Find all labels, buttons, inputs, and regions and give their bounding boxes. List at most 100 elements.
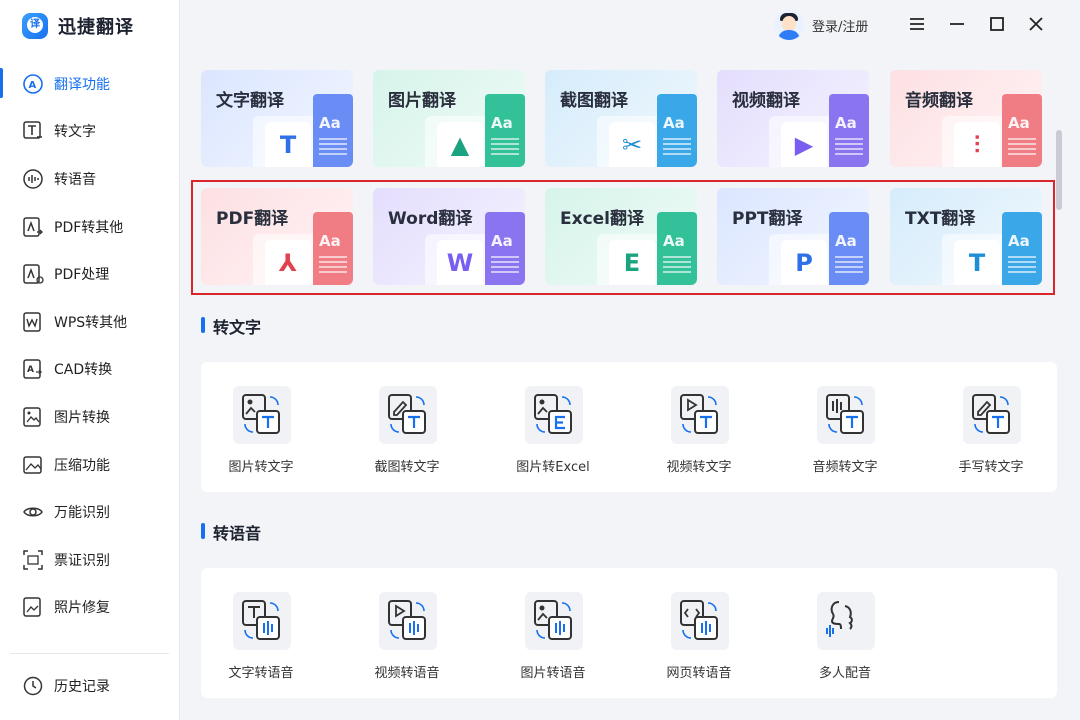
universal-recognize-icon xyxy=(23,507,43,517)
section-title-to-text: 转文字 xyxy=(201,314,261,338)
tool-label: 文字转语音 xyxy=(228,666,294,681)
tool-image-to-text[interactable]: 图片转文字 xyxy=(201,362,321,475)
text-to-speech-icon xyxy=(233,592,291,650)
ticket-recognize-icon xyxy=(23,549,43,570)
tool-screenshot-to-text[interactable]: 截图转文字 xyxy=(347,362,467,475)
sidebar-item-label: 图片转换 xyxy=(54,409,110,426)
sidebar-item-universal-recognize[interactable]: 万能识别 xyxy=(0,488,180,536)
translate-card-label: 视频翻译 xyxy=(732,91,800,111)
sidebar-item-compress[interactable]: 压缩功能 xyxy=(0,441,180,489)
translate-card-label: 文字翻译 xyxy=(216,91,284,111)
tool-label: 图片转Excel xyxy=(516,460,590,475)
sidebar-item-photo-repair[interactable]: 照片修复 xyxy=(0,584,180,632)
txt-translate-icon: T xyxy=(954,240,1000,285)
history-label: 历史记录 xyxy=(54,679,110,695)
image-translate-icon: ▲ xyxy=(437,122,483,167)
audio-translate-icon: ⫶ xyxy=(954,122,1000,167)
sidebar-item-wps-convert[interactable]: WPS转其他 xyxy=(0,298,180,346)
to-text-panel: 图片转文字 截图转文字 图片转Excel 视频转文字 音频转文字 手写转文字 xyxy=(201,362,1057,492)
document-decoration: Aa xyxy=(657,94,697,167)
sidebar-item-to-speech[interactable]: 转语音 xyxy=(0,155,180,203)
screenshot-to-text-icon xyxy=(379,386,437,444)
sidebar-item-label: 照片修复 xyxy=(54,600,110,617)
close-icon[interactable] xyxy=(1026,14,1046,34)
translate-card-label: Excel翻译 xyxy=(560,209,645,229)
translate-icon: A xyxy=(23,73,43,94)
video-to-speech-icon xyxy=(379,592,437,650)
svg-text:A: A xyxy=(27,365,34,375)
tool-label: 截图转文字 xyxy=(374,460,440,475)
translate-card-screenshot-translate[interactable]: 截图翻译 Aa ✂ xyxy=(545,70,697,167)
login-register-button[interactable]: 登录/注册 xyxy=(774,10,868,40)
maximize-icon[interactable] xyxy=(987,14,1007,34)
sidebar-item-image-convert[interactable]: 图片转换 xyxy=(0,393,180,441)
translate-card-audio-translate[interactable]: 音频翻译 Aa ⫶ xyxy=(890,70,1042,167)
brand: 迅捷翻译 xyxy=(22,10,134,42)
minimize-icon[interactable] xyxy=(947,14,967,34)
tool-audio-to-text[interactable]: 音频转文字 xyxy=(785,362,905,475)
translate-card-label: 音频翻译 xyxy=(905,91,973,111)
sidebar-item-translate[interactable]: A 翻译功能 xyxy=(0,60,180,108)
audio-to-text-icon xyxy=(817,386,875,444)
tool-label: 视频转文字 xyxy=(666,460,732,475)
sidebar-item-label: 转文字 xyxy=(54,124,96,141)
sidebar-item-label: 票证识别 xyxy=(54,552,110,569)
tool-label: 视频转语音 xyxy=(374,666,440,681)
image-to-text-icon xyxy=(233,386,291,444)
text-translate-icon: T xyxy=(265,122,311,167)
image-to-excel-icon xyxy=(525,386,583,444)
video-to-text-icon xyxy=(671,386,729,444)
sidebar-item-history[interactable]: 历史记录 xyxy=(0,662,180,710)
handwriting-to-text-icon xyxy=(963,386,1021,444)
video-translate-icon: ▶ xyxy=(781,122,827,167)
app-title: 迅捷翻译 xyxy=(58,17,134,38)
scrollbar[interactable] xyxy=(1056,130,1062,210)
photo-repair-icon xyxy=(23,597,41,618)
sidebar-divider xyxy=(10,653,169,654)
screenshot-translate-icon: ✂ xyxy=(609,122,655,167)
tool-label: 图片转文字 xyxy=(228,460,294,475)
menu-icon[interactable] xyxy=(907,14,927,34)
tool-label: 音频转文字 xyxy=(812,460,878,475)
word-translate-icon: W xyxy=(437,240,483,285)
translate-card-label: Word翻译 xyxy=(388,209,473,229)
main-content: 文字翻译 Aa T 图片翻译 Aa ▲ 截图翻译 Aa ✂ 视频翻译 Aa ▶ 音频翻译 Aa ⫶ PDF翻译… xyxy=(180,50,1066,720)
tool-multi-voice-dubbing[interactable]: 多人配音 xyxy=(785,568,905,681)
document-decoration: Aa xyxy=(829,94,869,167)
sidebar-item-cad-convert[interactable]: A CAD转换 xyxy=(0,346,180,394)
sidebar-item-pdf-convert[interactable]: PDF转其他 xyxy=(0,203,180,251)
multi-voice-dubbing-icon xyxy=(817,592,875,650)
ppt-translate-icon: P xyxy=(781,240,827,285)
webpage-to-speech-icon xyxy=(671,592,729,650)
sidebar-item-label: 转语音 xyxy=(54,171,96,188)
sidebar-item-label: 万能识别 xyxy=(54,505,110,522)
tool-webpage-to-speech[interactable]: 网页转语音 xyxy=(639,568,759,681)
document-decoration: Aa xyxy=(1002,94,1042,167)
app-logo-icon xyxy=(22,13,48,39)
translate-card-text-translate[interactable]: 文字翻译 Aa T xyxy=(201,70,353,167)
translate-card-video-translate[interactable]: 视频翻译 Aa ▶ xyxy=(717,70,869,167)
tool-image-to-speech[interactable]: 图片转语音 xyxy=(493,568,613,681)
sidebar-item-pdf-process[interactable]: PDF处理 xyxy=(0,250,180,298)
translate-card-label: TXT翻译 xyxy=(905,209,976,229)
avatar xyxy=(774,10,804,40)
tool-image-to-excel[interactable]: 图片转Excel xyxy=(493,362,613,475)
wps-convert-icon xyxy=(23,312,41,332)
sidebar-item-ticket-recognize[interactable]: 票证识别 xyxy=(0,536,180,584)
tool-label: 网页转语音 xyxy=(666,666,732,681)
tool-label: 手写转文字 xyxy=(958,460,1024,475)
tool-label: 多人配音 xyxy=(818,666,871,681)
sidebar-item-to-text[interactable]: 转文字 xyxy=(0,108,180,156)
sidebar-item-label: PDF处理 xyxy=(54,267,110,284)
sidebar-item-label: PDF转其他 xyxy=(54,219,124,236)
tool-video-to-speech[interactable]: 视频转语音 xyxy=(347,568,467,681)
tool-video-to-text[interactable]: 视频转文字 xyxy=(639,362,759,475)
tool-text-to-speech[interactable]: 文字转语音 xyxy=(201,568,321,681)
pdf-convert-icon xyxy=(23,216,43,237)
svg-text:A: A xyxy=(29,80,37,91)
history-icon xyxy=(23,676,43,696)
translate-card-label: PPT翻译 xyxy=(732,209,803,229)
cad-convert-icon: A xyxy=(23,359,42,380)
translate-card-image-translate[interactable]: 图片翻译 Aa ▲ xyxy=(373,70,525,167)
tool-handwriting-to-text[interactable]: 手写转文字 xyxy=(931,362,1051,475)
